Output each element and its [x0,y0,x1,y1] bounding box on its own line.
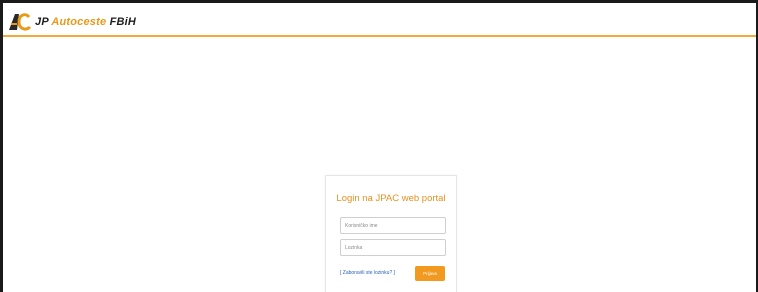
brand-jp: JP [35,16,49,28]
login-title: Login na JPAC web portal [336,193,446,204]
brand-name: JP Autoceste FBiH [35,16,136,28]
top-header: JP Autoceste FBiH [3,3,756,37]
password-input[interactable] [340,239,446,256]
forgot-password-link[interactable]: [ Zaboravili ste lozinku? ] [340,270,395,276]
login-panel: Login na JPAC web portal [ Zaboravili st… [325,175,457,292]
ac-logo-icon [8,12,32,32]
username-input[interactable] [340,217,446,234]
brand-autoceste: Autoceste [51,16,107,28]
brand-logo[interactable]: JP Autoceste FBiH [8,12,136,32]
brand-fbih: FBiH [109,16,137,28]
browser-viewport: JP Autoceste FBiH Login na JPAC web port… [0,0,758,292]
login-button[interactable]: Prijava [415,266,445,281]
